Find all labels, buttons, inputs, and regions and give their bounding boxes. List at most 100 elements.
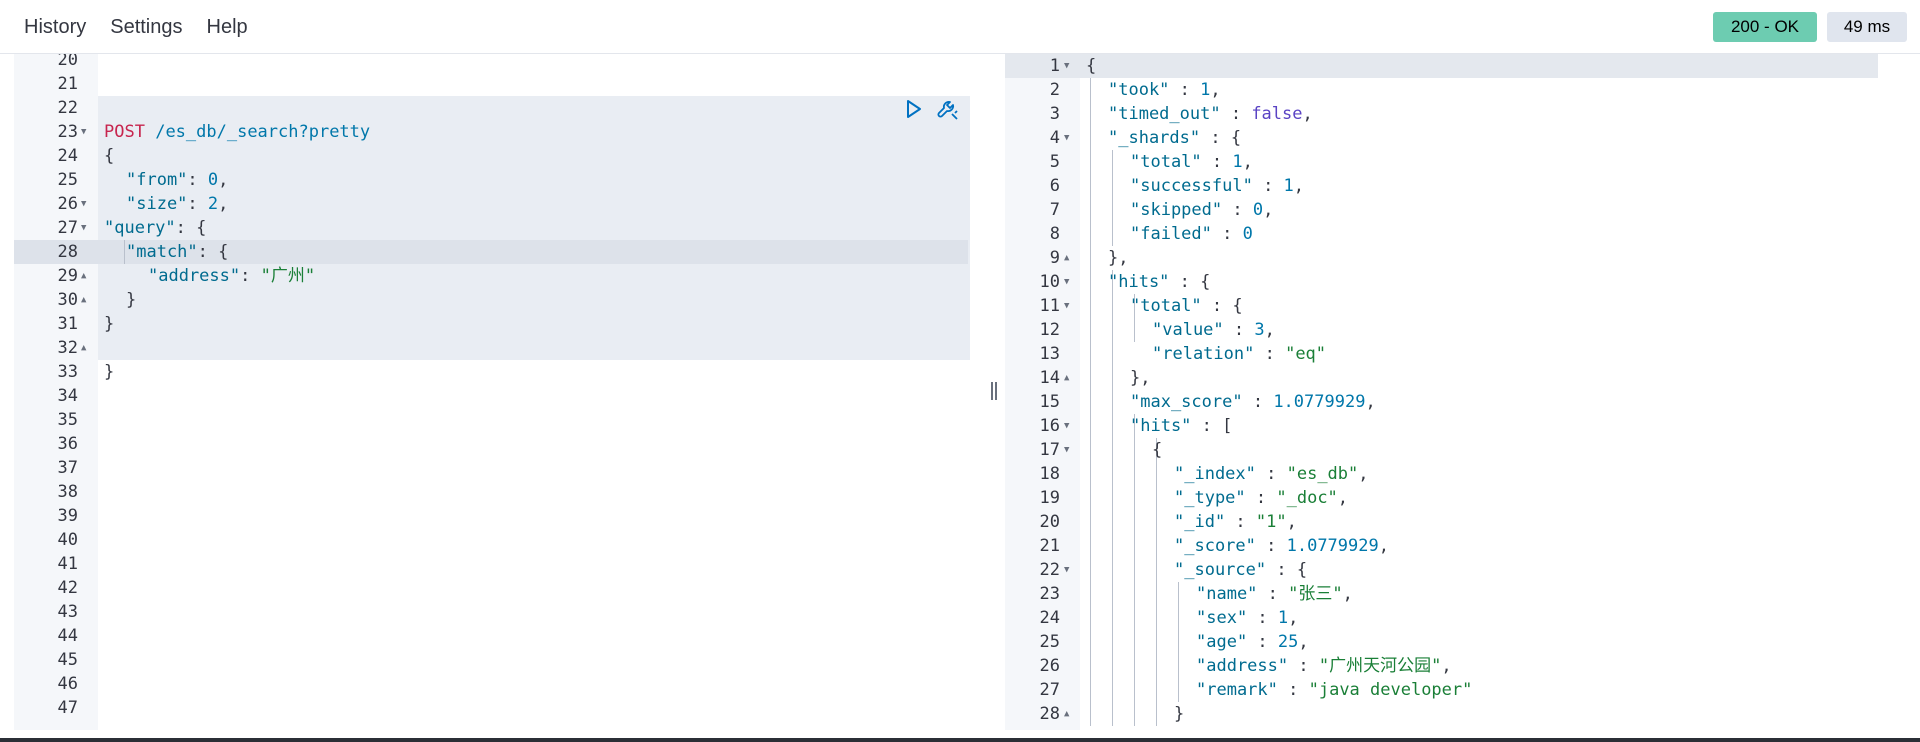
json-string: "张三": [1288, 584, 1343, 604]
json-code: "successful" : 1,: [1130, 174, 1304, 198]
json-punctuation: ,: [1302, 104, 1313, 124]
response-line: "total" : {: [1005, 294, 1908, 318]
request-line-number-row: 35: [14, 408, 982, 432]
response-line: "total" : 1,: [1005, 150, 1908, 174]
request-line: "match": {: [14, 216, 982, 262]
json-key: "_type": [1174, 488, 1246, 508]
response-viewer[interactable]: 1 ▼ 2 3 4 ▼ 5 6 7 8 9 ▲ 10 ▼ 11 ▼ 12 13 14 ▲ 15 16 ▼ 17 ▼ 18 19 20 2…: [1005, 54, 1908, 730]
json-punctuation: ,: [1358, 464, 1369, 484]
json-number: 1.0779929: [1273, 392, 1366, 412]
json-punctuation: :: [1255, 464, 1287, 484]
line-number: 37: [57, 458, 78, 478]
request-line-number-row: 47: [14, 696, 982, 720]
response-line: "successful" : 1,: [1005, 174, 1908, 198]
json-punctuation: : [: [1191, 416, 1233, 436]
response-line: "sex" : 1,: [1005, 606, 1908, 630]
json-number: 1: [1200, 80, 1211, 100]
json-number: 0: [1242, 224, 1253, 244]
response-line: "value" : 3,: [1005, 318, 1908, 342]
json-number: 1.0779929: [1286, 536, 1379, 556]
response-line: "age" : 25,: [1005, 630, 1908, 654]
json-key: "_index": [1174, 464, 1256, 484]
json-punctuation: ,: [1264, 320, 1275, 340]
wrench-icon[interactable]: [936, 98, 958, 120]
json-code: }: [1174, 704, 1185, 724]
request-actions: [904, 98, 958, 120]
json-code: "address" : "广州天河公园",: [1196, 654, 1452, 678]
json-number: 0: [1252, 200, 1264, 220]
response-line: "failed" : 0: [1005, 222, 1908, 246]
response-line: "_type" : "_doc",: [1005, 486, 1908, 510]
play-icon[interactable]: [904, 98, 926, 120]
json-punctuation: ,: [1263, 200, 1274, 220]
line-number: 21: [57, 74, 78, 94]
json-punctuation: :: [1277, 680, 1309, 700]
json-punctuation: :: [1245, 488, 1277, 508]
json-punctuation: :: [1220, 104, 1252, 124]
json-boolean: false: [1251, 104, 1303, 124]
json-key: "total": [1130, 296, 1202, 316]
json-punctuation: :: [1222, 200, 1253, 220]
request-line-number-row: 36: [14, 432, 982, 456]
json-code: "name" : "张三",: [1196, 582, 1353, 606]
json-key: "value": [1152, 320, 1224, 340]
json-number: 1: [1283, 176, 1294, 196]
json-key: "remark": [1196, 680, 1278, 700]
response-line: "_source" : {: [1005, 558, 1908, 582]
json-string: "1": [1255, 512, 1287, 532]
json-string: "java developer": [1308, 680, 1473, 700]
json-punctuation: :: [1247, 632, 1278, 652]
json-key: "max_score": [1130, 392, 1243, 412]
json-key: "_source": [1174, 560, 1267, 580]
json-number: 3: [1254, 320, 1265, 340]
request-line: "size": 2,: [14, 168, 982, 214]
json-punctuation: ,: [1288, 608, 1299, 628]
json-key: "total": [1130, 152, 1202, 172]
json-punctuation: ,: [1342, 584, 1353, 604]
request-line-number-row: 33: [14, 360, 982, 384]
json-punctuation: :: [1254, 344, 1286, 364]
line-number: 44: [57, 626, 78, 646]
json-code: "failed" : 0: [1130, 222, 1253, 246]
json-punctuation: ,: [1365, 392, 1376, 412]
line-number: 41: [57, 554, 78, 574]
json-code: },: [1130, 368, 1151, 388]
pane-resizer[interactable]: [986, 54, 1002, 730]
json-string: "广州天河公园": [1318, 656, 1442, 676]
json-code: "timed_out" : false,: [1108, 102, 1313, 126]
json-code: "total" : 1,: [1130, 150, 1253, 174]
json-key: "name": [1196, 584, 1258, 604]
menu-settings[interactable]: Settings: [110, 14, 182, 40]
request-line-number-row: 41: [14, 552, 982, 576]
line-number: 46: [57, 674, 78, 694]
line-number: 39: [57, 506, 78, 526]
response-line: }: [1005, 702, 1908, 726]
request-editor[interactable]: 20 21 22 23 ▼ 24 25 26 ▼ 27 ▼ 28 29 ▲ 30 ▲ 31 32 ▲ 33 34 35 36…: [14, 54, 982, 730]
json-key: "skipped": [1130, 200, 1223, 220]
json-punctuation: ,: [1378, 536, 1389, 556]
brace: }: [104, 362, 115, 382]
response-line: "address" : "广州天河公园",: [1005, 654, 1908, 678]
json-punctuation: :: [1201, 152, 1233, 172]
json-punctuation: ,: [1210, 80, 1221, 100]
line-number: 36: [57, 434, 78, 454]
menu-help[interactable]: Help: [207, 14, 248, 40]
top-bar: History Settings Help 200 - OK 49 ms: [0, 0, 1920, 54]
json-punctuation: : {: [1201, 296, 1243, 316]
json-code: "_source" : {: [1174, 558, 1307, 582]
json-key: "successful": [1130, 176, 1253, 196]
json-code: "relation" : "eq": [1152, 342, 1326, 366]
json-code: "age" : 25,: [1196, 630, 1309, 654]
json-code: "max_score" : 1.0779929,: [1130, 390, 1376, 414]
json-punctuation: ,: [1337, 488, 1349, 508]
response-line: "_index" : "es_db",: [1005, 462, 1908, 486]
json-key: "_score": [1174, 536, 1256, 556]
json-code: "skipped" : 0,: [1130, 198, 1273, 222]
line-number: 47: [57, 698, 78, 718]
json-key: "address": [1196, 656, 1289, 676]
json-key: "_shards": [1108, 128, 1201, 148]
menu-history[interactable]: History: [24, 14, 86, 40]
json-key: "failed": [1130, 224, 1212, 244]
response-line: "_shards" : {: [1005, 126, 1908, 150]
json-key: "hits": [1108, 272, 1170, 292]
